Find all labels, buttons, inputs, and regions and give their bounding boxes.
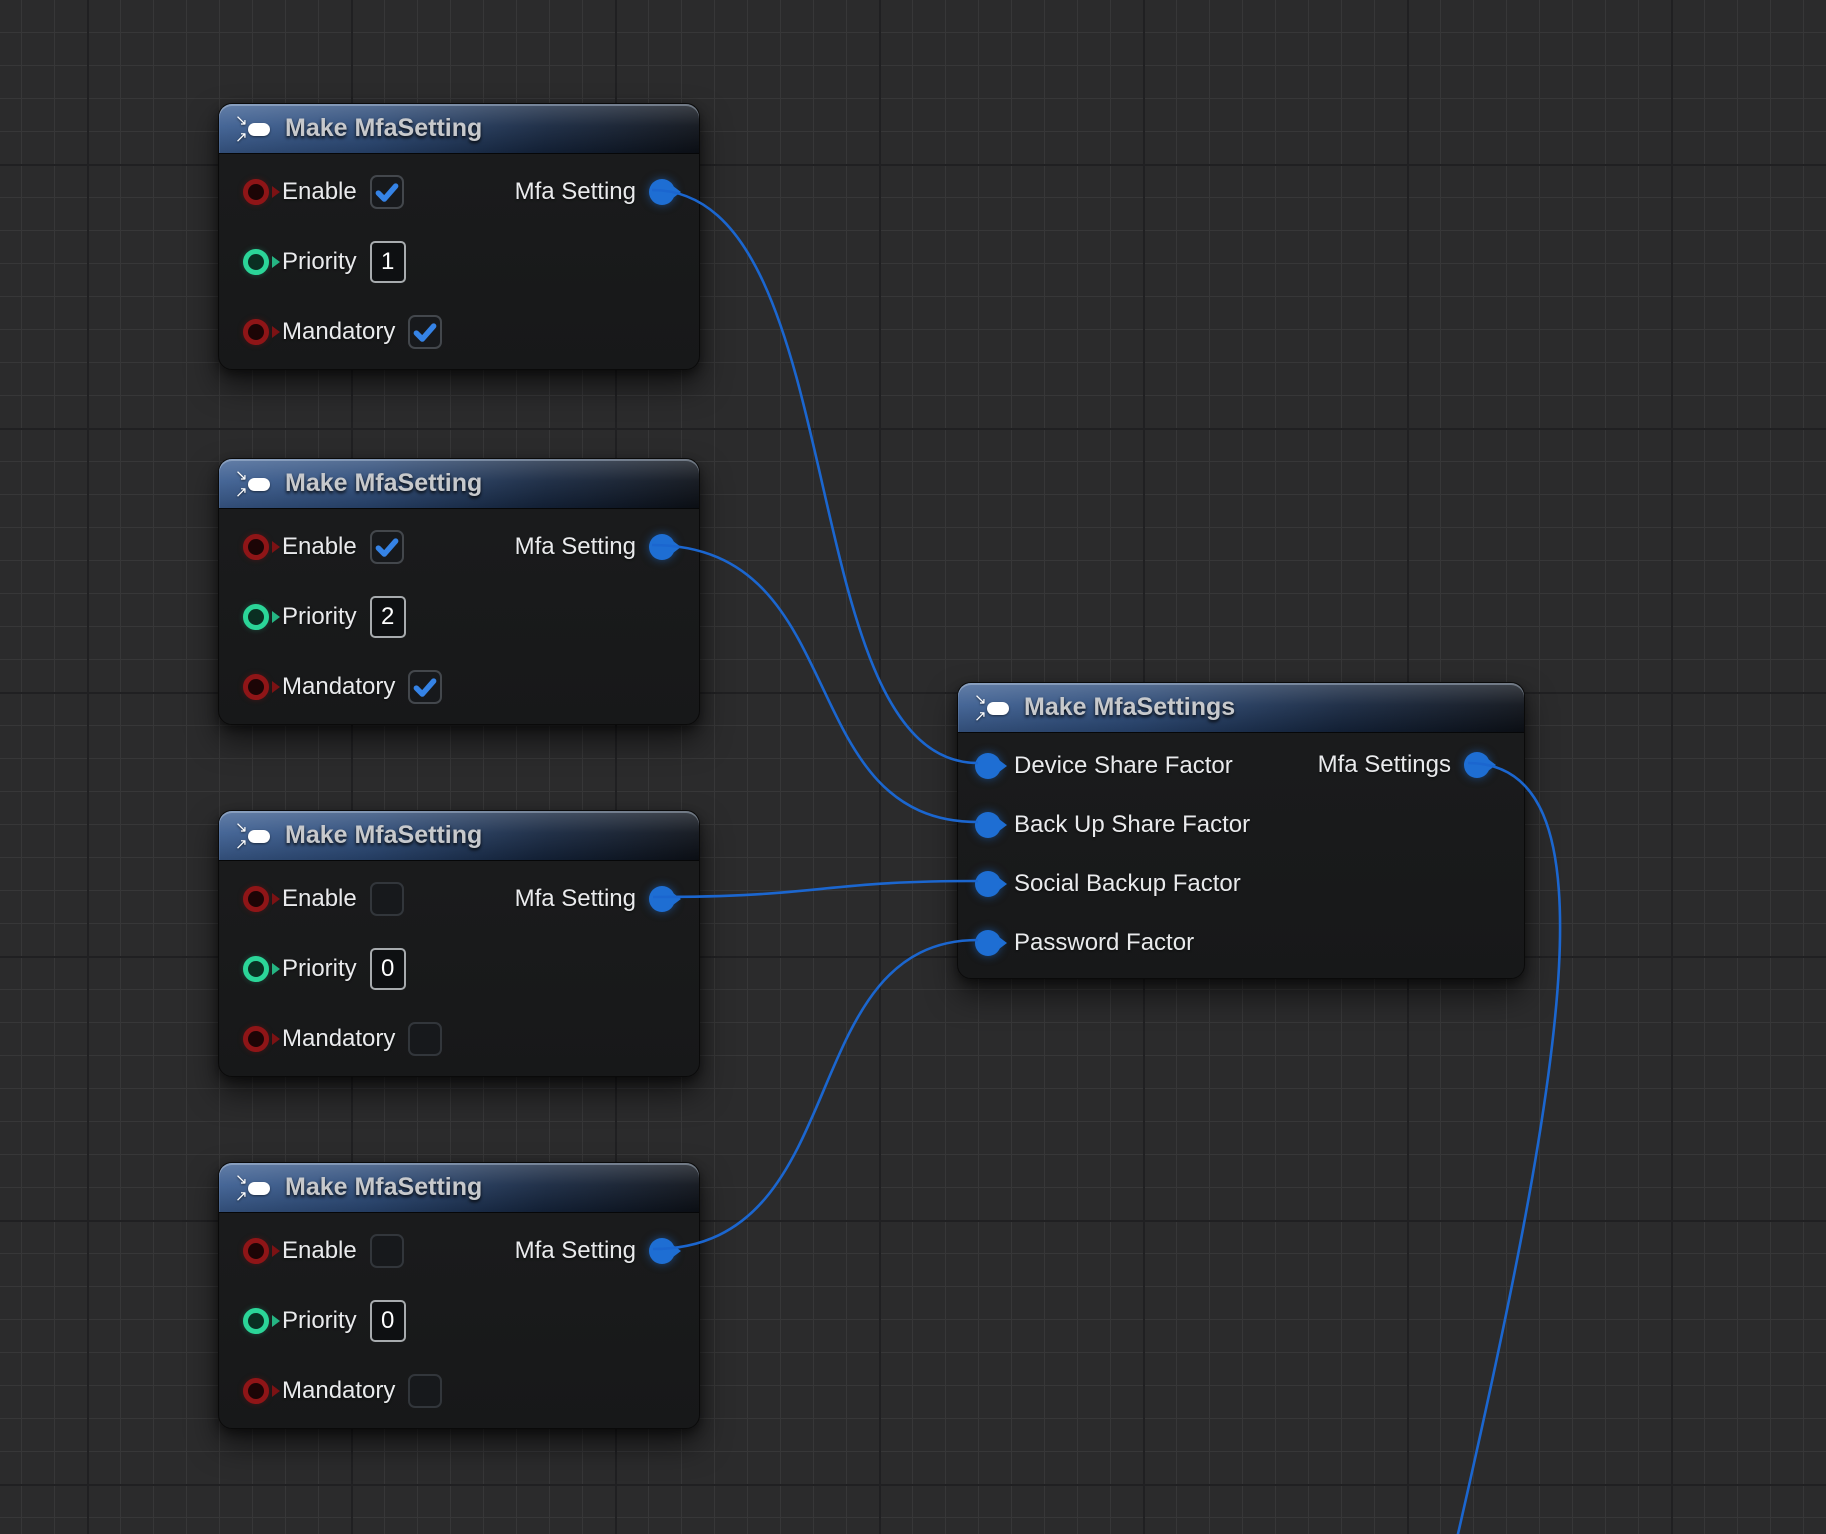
node-5-output-label: Mfa Settings <box>1318 751 1451 779</box>
password-factor-pin[interactable] <box>975 930 1001 956</box>
node-2-priority-input[interactable]: 2 <box>370 596 406 638</box>
checkmark-icon <box>412 319 438 345</box>
node-1-priority-pin[interactable] <box>243 249 269 275</box>
node-3-enable-label: Enable <box>282 885 357 913</box>
node-2-enable-pin[interactable] <box>243 534 269 560</box>
node-3-header[interactable]: ↘↗ Make MfaSetting <box>219 811 699 861</box>
wire-node1-to-device-share-factor[interactable] <box>652 190 978 763</box>
device-share-factor-label: Device Share Factor <box>1014 752 1233 780</box>
node-4-enable-checkbox[interactable] <box>370 1234 404 1268</box>
node-1-priority-label: Priority <box>282 248 357 276</box>
password-factor-label: Password Factor <box>1014 929 1194 957</box>
checkmark-icon <box>374 179 400 205</box>
node-4-mandatory-pin[interactable] <box>243 1378 269 1404</box>
node-5-title: Make MfaSettings <box>1024 693 1235 722</box>
device-share-factor-pin[interactable] <box>975 753 1001 779</box>
node-1-header[interactable]: ↘↗ Make MfaSetting <box>219 104 699 154</box>
make-struct-icon: ↘↗ <box>235 820 273 852</box>
node-3-mandatory-checkbox[interactable] <box>408 1022 442 1056</box>
node-make-mfasetting-4[interactable]: ↘↗ Make MfaSetting Enable Priority 0 Man… <box>218 1162 700 1429</box>
node-4-title: Make MfaSetting <box>285 1173 482 1202</box>
node-4-mandatory-label: Mandatory <box>282 1377 395 1405</box>
node-1-mandatory-pin[interactable] <box>243 319 269 345</box>
node-1-enable-label: Enable <box>282 178 357 206</box>
node-4-priority-pin[interactable] <box>243 1308 269 1334</box>
node-3-mfa-setting-out-pin[interactable] <box>649 886 675 912</box>
node-4-mfa-setting-out-pin[interactable] <box>649 1238 675 1264</box>
node-1-mandatory-checkbox[interactable] <box>408 315 442 349</box>
node-2-output-label: Mfa Setting <box>515 533 636 561</box>
node-2-enable-checkbox[interactable] <box>370 530 404 564</box>
node-4-priority-input[interactable]: 0 <box>370 1300 406 1342</box>
node-2-priority-pin[interactable] <box>243 604 269 630</box>
make-struct-icon: ↘↗ <box>235 113 273 145</box>
node-2-mandatory-pin[interactable] <box>243 674 269 700</box>
node-make-mfasettings[interactable]: ↘↗ Make MfaSettings Device Share Factor … <box>957 682 1525 979</box>
node-1-enable-pin[interactable] <box>243 179 269 205</box>
node-1-title: Make MfaSetting <box>285 114 482 143</box>
node-1-output-label: Mfa Setting <box>515 178 636 206</box>
social-backup-factor-label: Social Backup Factor <box>1014 870 1241 898</box>
node-3-output-label: Mfa Setting <box>515 885 636 913</box>
node-4-header[interactable]: ↘↗ Make MfaSetting <box>219 1163 699 1213</box>
node-4-mandatory-checkbox[interactable] <box>408 1374 442 1408</box>
wire-node3-to-social-backup-factor[interactable] <box>653 881 978 897</box>
back-up-share-factor-label: Back Up Share Factor <box>1014 811 1250 839</box>
node-2-mandatory-checkbox[interactable] <box>408 670 442 704</box>
node-4-output-label: Mfa Setting <box>515 1237 636 1265</box>
make-struct-icon: ↘↗ <box>235 468 273 500</box>
node-1-enable-checkbox[interactable] <box>370 175 404 209</box>
node-2-header[interactable]: ↘↗ Make MfaSetting <box>219 459 699 509</box>
back-up-share-factor-pin[interactable] <box>975 812 1001 838</box>
node-3-priority-label: Priority <box>282 955 357 983</box>
node-make-mfasetting-1[interactable]: ↘↗ Make MfaSetting Enable Priority 1 Man… <box>218 103 700 370</box>
checkmark-icon <box>412 674 438 700</box>
node-make-mfasetting-3[interactable]: ↘↗ Make MfaSetting Enable Priority 0 Man… <box>218 810 700 1077</box>
node-5-header[interactable]: ↘↗ Make MfaSettings <box>958 683 1524 733</box>
node-make-mfasetting-2[interactable]: ↘↗ Make MfaSetting Enable Priority 2 Man… <box>218 458 700 725</box>
node-2-priority-label: Priority <box>282 603 357 631</box>
node-1-mandatory-label: Mandatory <box>282 318 395 346</box>
node-3-enable-checkbox[interactable] <box>370 882 404 916</box>
node-2-mandatory-label: Mandatory <box>282 673 395 701</box>
node-1-priority-input[interactable]: 1 <box>370 241 406 283</box>
social-backup-factor-pin[interactable] <box>975 871 1001 897</box>
node-4-enable-label: Enable <box>282 1237 357 1265</box>
make-struct-icon: ↘↗ <box>974 692 1012 724</box>
node-4-priority-label: Priority <box>282 1307 357 1335</box>
wire-node2-to-back-up-share-factor[interactable] <box>652 545 978 822</box>
node-3-enable-pin[interactable] <box>243 886 269 912</box>
make-struct-icon: ↘↗ <box>235 1172 273 1204</box>
node-3-priority-input[interactable]: 0 <box>370 948 406 990</box>
node-4-enable-pin[interactable] <box>243 1238 269 1264</box>
checkmark-icon <box>374 534 400 560</box>
wire-node4-to-password-factor[interactable] <box>653 940 978 1249</box>
node-3-mandatory-pin[interactable] <box>243 1026 269 1052</box>
node-3-title: Make MfaSetting <box>285 821 482 850</box>
node-3-priority-pin[interactable] <box>243 956 269 982</box>
node-3-mandatory-label: Mandatory <box>282 1025 395 1053</box>
node-2-title: Make MfaSetting <box>285 469 482 498</box>
node-2-enable-label: Enable <box>282 533 357 561</box>
blueprint-graph-canvas[interactable]: { "canvas": { "background_color": "#2b2b… <box>0 0 1826 1534</box>
